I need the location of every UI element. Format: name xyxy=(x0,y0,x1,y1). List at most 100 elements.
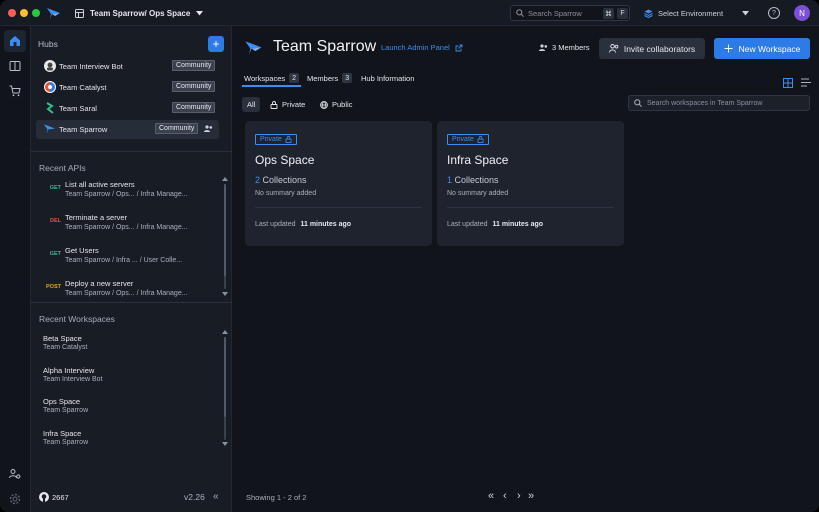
section-divider xyxy=(31,302,232,303)
recent-workspace-item[interactable]: Alpha Interview Team Interview Bot xyxy=(43,366,213,394)
rail-marketplace-button[interactable] xyxy=(4,80,26,102)
workspace-switcher[interactable]: Team Sparrow/ Ops Space xyxy=(75,7,204,19)
members-count[interactable]: 3 Members xyxy=(539,43,590,52)
workspace-name: Ops Space xyxy=(43,397,81,406)
next-page-button[interactable]: › xyxy=(517,490,521,502)
scroll-thumb[interactable] xyxy=(224,184,226,276)
last-updated-label: Last updated xyxy=(447,221,488,228)
rail-collections-button[interactable] xyxy=(4,55,26,77)
showing-count: Showing 1 - 2 of 2 xyxy=(246,493,307,502)
last-page-button[interactable]: » xyxy=(528,490,534,502)
method-badge: GET xyxy=(49,251,61,257)
recent-api-item[interactable]: POST Deploy a new server Team Sparrow / … xyxy=(39,277,219,305)
book-icon xyxy=(9,61,21,71)
tab-workspaces[interactable]: Workspaces 2 xyxy=(244,71,300,85)
workspace-hub: Team Sparrow xyxy=(43,407,89,414)
icon-rail xyxy=(0,26,31,512)
tab-members[interactable]: Members 3 xyxy=(307,71,353,85)
global-search-input[interactable]: Search Sparrow ⌘ F xyxy=(510,5,630,21)
tab-label: Workspaces xyxy=(244,73,286,83)
collapse-sidebar-button[interactable]: « xyxy=(213,491,219,502)
filter-label: Public xyxy=(332,100,353,109)
workspace-card-ops-space[interactable]: Private Ops Space 2 Collections No summa… xyxy=(245,121,432,246)
method-badge: POST xyxy=(46,284,61,290)
tab-label: Hub Information xyxy=(361,73,415,83)
first-page-button[interactable]: « xyxy=(488,490,494,502)
external-link-icon xyxy=(455,44,463,51)
community-badge: Community xyxy=(172,60,216,71)
add-hub-button[interactable]: + xyxy=(208,36,224,52)
sparrow-hub-logo-icon xyxy=(245,41,262,55)
recent-apis-scrollbar[interactable] xyxy=(224,184,226,289)
invite-collaborators-button[interactable]: Invite collaborators xyxy=(599,38,705,59)
list-view-icon[interactable] xyxy=(801,78,811,87)
workspace-name: Beta Space xyxy=(43,334,82,343)
main-panel: Team Sparrow Launch Admin Panel 3 Member… xyxy=(232,26,819,512)
recent-workspace-item[interactable]: Infra Space Team Sparrow xyxy=(43,429,213,457)
filter-private[interactable]: Private xyxy=(270,97,305,112)
user-avatar[interactable]: N xyxy=(794,5,810,21)
recent-workspace-item[interactable]: Ops Space Team Sparrow xyxy=(43,397,213,425)
search-icon xyxy=(516,9,524,17)
api-path: Team Sparrow / Infra ... / User Colle... xyxy=(65,257,183,264)
filter-public[interactable]: Public xyxy=(320,97,352,112)
collections-label: Collections xyxy=(262,175,307,185)
maximize-window-button[interactable] xyxy=(32,9,40,17)
members-icon xyxy=(204,125,213,132)
scroll-up-arrow-icon[interactable] xyxy=(222,177,228,181)
filter-all[interactable]: All xyxy=(242,97,261,112)
rail-settings-button[interactable] xyxy=(4,488,26,510)
grid-view-icon[interactable] xyxy=(783,78,793,88)
recent-api-item[interactable]: GET Get Users Team Sparrow / Infra ... /… xyxy=(39,244,219,272)
minimize-window-button[interactable] xyxy=(20,9,28,17)
previous-page-button[interactable]: ‹ xyxy=(503,490,507,502)
api-path: Team Sparrow / Ops... / Infra Manage... xyxy=(65,290,188,297)
workspace-title: Infra Space xyxy=(447,153,509,167)
api-name: Get Users xyxy=(65,246,99,255)
hub-item-team-sparrow[interactable]: Team Sparrow Community xyxy=(36,120,219,139)
workspace-search-input[interactable]: Search workspaces in Team Sparrow xyxy=(628,95,810,111)
recent-api-item[interactable]: GET List all active servers Team Sparrow… xyxy=(39,178,219,206)
last-updated: Last updated 11 minutes ago xyxy=(255,221,351,228)
scroll-down-arrow-icon[interactable] xyxy=(222,292,228,296)
scroll-down-arrow-icon[interactable] xyxy=(222,442,228,446)
hub-item-team-catalyst[interactable]: Team Catalyst Community xyxy=(36,78,219,97)
hub-logo-icon xyxy=(44,81,56,93)
recent-workspaces-scrollbar[interactable] xyxy=(224,337,226,440)
recent-apis-title: Recent APIs xyxy=(39,163,86,173)
github-icon[interactable] xyxy=(39,492,49,502)
workspace-hub: Team Interview Bot xyxy=(43,376,103,383)
workspace-hub: Team Sparrow xyxy=(43,439,89,446)
rail-team-settings-button[interactable] xyxy=(4,463,26,485)
scroll-thumb[interactable] xyxy=(224,337,226,417)
chevron-down-icon xyxy=(742,11,749,16)
workspace-title: Ops Space xyxy=(255,153,315,167)
recent-api-item[interactable]: DEL Terminate a server Team Sparrow / Op… xyxy=(39,211,219,239)
environment-select[interactable]: Select Environment xyxy=(636,5,756,21)
tab-count-badge: 2 xyxy=(289,73,300,83)
workspace-path: Team Sparrow/ Ops Space xyxy=(90,8,191,18)
app-window: Team Sparrow/ Ops Space Search Sparrow ⌘… xyxy=(0,0,819,512)
cart-icon xyxy=(9,85,21,97)
rail-home-button[interactable] xyxy=(4,30,26,52)
recent-workspace-item[interactable]: Beta Space Team Catalyst xyxy=(43,334,213,362)
close-window-button[interactable] xyxy=(8,9,16,17)
launch-admin-panel-link[interactable]: Launch Admin Panel xyxy=(381,43,463,52)
help-button[interactable]: ? xyxy=(768,7,780,19)
tab-hub-information[interactable]: Hub Information xyxy=(361,71,414,85)
scroll-up-arrow-icon[interactable] xyxy=(222,330,228,334)
hub-item-team-saral[interactable]: Team Saral Community xyxy=(36,99,219,118)
filter-label: All xyxy=(247,100,256,109)
environment-select-label: Select Environment xyxy=(658,8,724,18)
global-search-placeholder: Search Sparrow xyxy=(528,8,582,18)
workspace-card-infra-space[interactable]: Private Infra Space 1 Collections No sum… xyxy=(437,121,624,246)
lock-icon xyxy=(285,136,292,143)
workspace-hub: Team Catalyst xyxy=(43,344,88,351)
lock-icon xyxy=(477,136,484,143)
hub-item-team-interview-bot[interactable]: Team Interview Bot Community xyxy=(36,57,219,76)
environment-layers-icon xyxy=(644,9,653,18)
workspace-name: Infra Space xyxy=(43,429,82,438)
last-updated-value: 11 minutes ago xyxy=(300,221,352,228)
badge-label: Private xyxy=(260,136,282,143)
new-workspace-button[interactable]: New Workspace xyxy=(714,38,810,59)
